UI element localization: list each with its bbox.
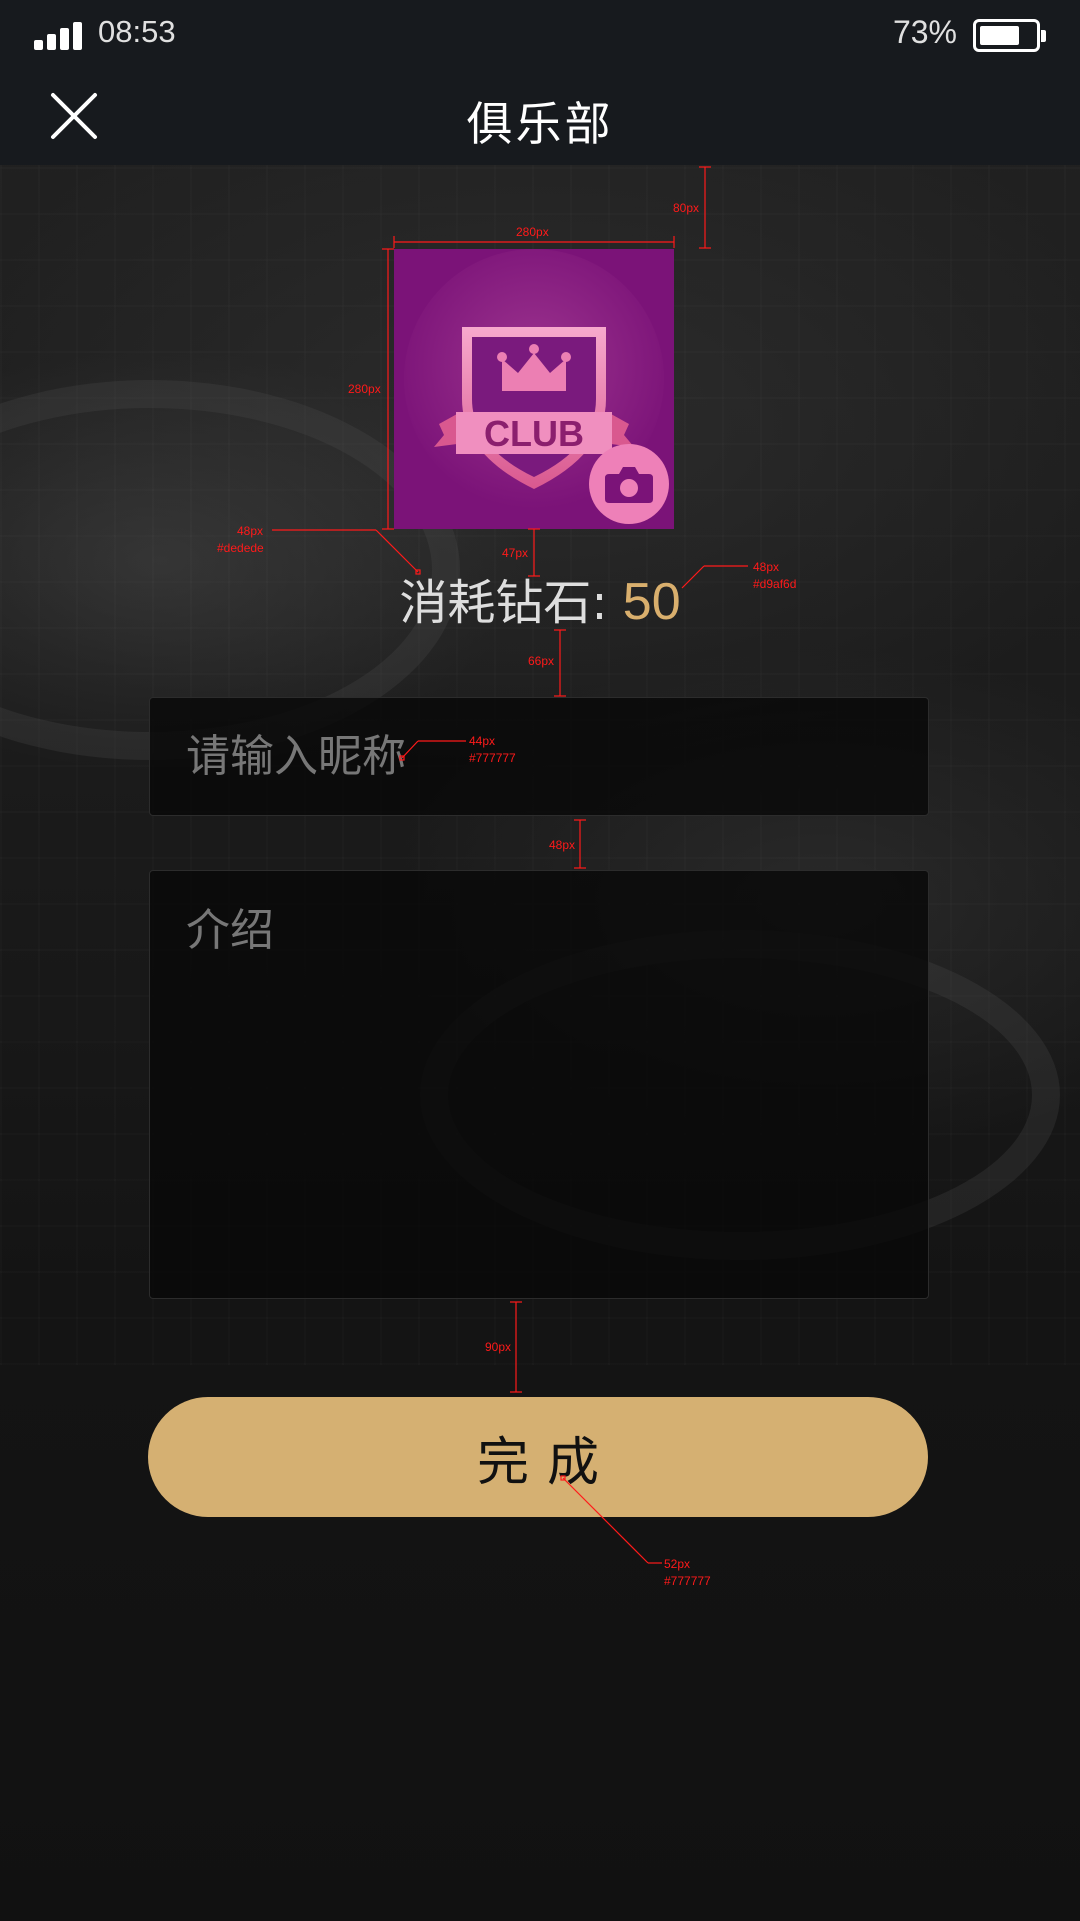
- intro-field: [149, 870, 929, 1299]
- spec-label: 66px: [528, 654, 555, 668]
- battery-level: [980, 26, 1019, 45]
- nav-bar: 俱乐部: [0, 72, 1080, 165]
- cost-label: 消耗钻石:: [399, 575, 608, 631]
- status-bar: 08:53 73%: [0, 0, 1080, 72]
- spec-label: 47px: [502, 546, 529, 560]
- done-button[interactable]: 完成: [148, 1397, 928, 1517]
- nickname-field: [149, 697, 929, 816]
- nickname-input[interactable]: [186, 698, 886, 815]
- spec-label: 44px: [469, 734, 496, 748]
- camera-icon: [605, 467, 653, 503]
- signal-icon: [34, 20, 82, 50]
- club-create-screen: 08:53 73% 俱乐部 CLUB 消耗钻石: 50 请输入昵称 介绍 完成 …: [0, 0, 1080, 1921]
- spec-label: 48px: [549, 838, 576, 852]
- spec-label: #d9af6d: [753, 577, 797, 591]
- cost-value: 50: [622, 573, 681, 631]
- spec-label: #777777: [469, 751, 516, 765]
- change-avatar-button[interactable]: [589, 444, 669, 524]
- intro-input[interactable]: [186, 901, 886, 1271]
- battery-icon: [973, 19, 1046, 52]
- page-title: 俱乐部: [466, 97, 614, 151]
- spec-label: 280px: [516, 225, 549, 239]
- club-badge-text: CLUB: [484, 413, 584, 454]
- spec-label: 48px: [753, 560, 780, 574]
- spec-label: #777777: [664, 1574, 711, 1588]
- spec-label: 52px: [664, 1557, 691, 1571]
- spec-label: 90px: [485, 1340, 512, 1354]
- battery-percent: 73%: [892, 14, 957, 50]
- status-time: 08:53: [98, 14, 176, 49]
- spec-label: 280px: [348, 382, 381, 396]
- spec-label: #dedede: [217, 541, 264, 555]
- spec-label: 48px: [237, 524, 264, 538]
- spec-label: 80px: [673, 201, 700, 215]
- club-avatar[interactable]: CLUB: [394, 249, 674, 529]
- diamond-cost: 消耗钻石: 50: [0, 570, 1080, 635]
